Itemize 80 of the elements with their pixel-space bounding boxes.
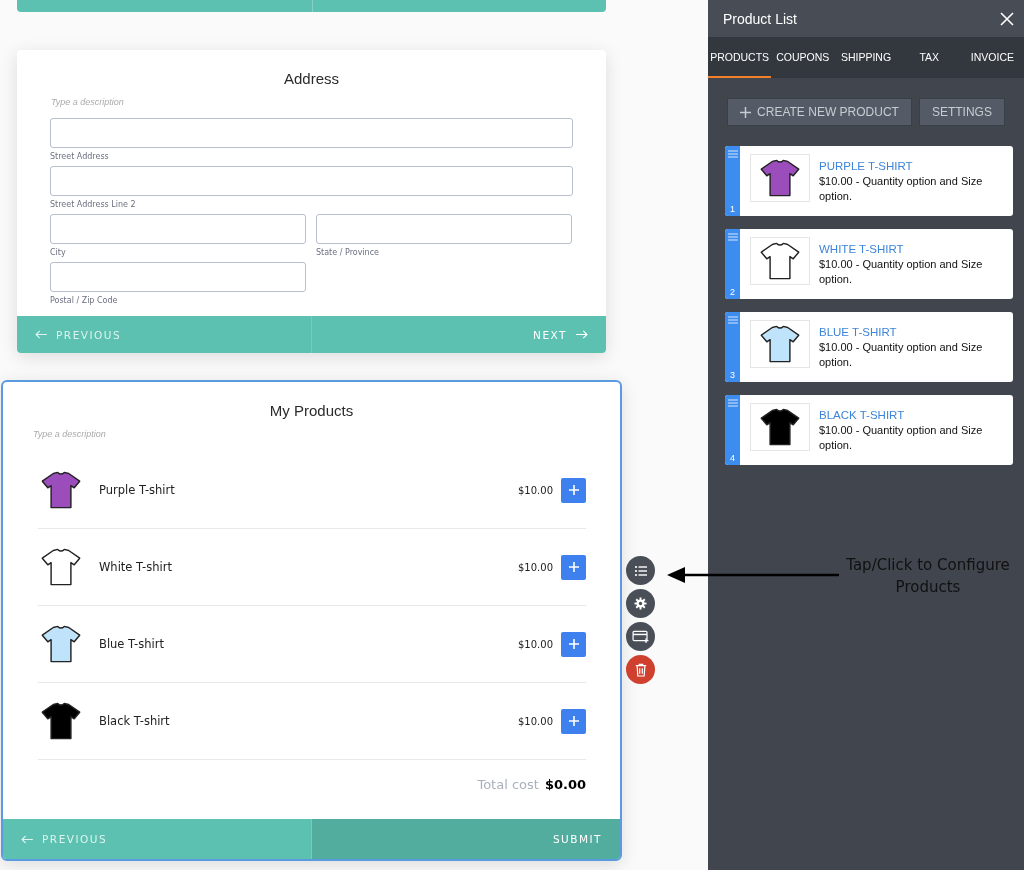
field-label: Street Address — [50, 151, 110, 163]
product-price: $10.00 — [518, 484, 553, 496]
description-field[interactable]: Type a description — [51, 95, 251, 108]
product-name: Black T-shirt — [99, 714, 171, 728]
field-label: Postal / Zip Code — [50, 295, 119, 307]
total-label: Total cost — [477, 777, 539, 792]
description-field[interactable]: Type a description — [33, 427, 233, 440]
input-field[interactable] — [50, 214, 306, 244]
list-icon — [633, 563, 648, 578]
arrow-left-icon — [21, 834, 34, 844]
field-label: City — [50, 247, 67, 259]
delete-button[interactable] — [626, 655, 655, 684]
field-label: Street Address Line 2 — [50, 199, 137, 211]
next-button[interactable]: NEXT — [312, 316, 606, 353]
panel-title: Product List — [723, 10, 797, 27]
arrow-left-icon — [35, 330, 48, 339]
add-button[interactable] — [561, 631, 586, 657]
item-number: 2 — [730, 287, 735, 297]
input-field[interactable] — [50, 118, 573, 148]
item-number: 4 — [730, 453, 735, 463]
tab[interactable]: INVOICE — [960, 37, 1024, 78]
item-number: 3 — [730, 370, 735, 380]
tab[interactable]: TAX — [897, 37, 961, 78]
drag-lines-icon — [727, 150, 738, 158]
tab[interactable]: SHIPPING — [834, 37, 898, 78]
product-name: Blue T-shirt — [99, 637, 165, 651]
input-field[interactable] — [50, 262, 306, 292]
annotation-text: Tap/Click to Configure Products — [846, 555, 1010, 598]
item-number: 1 — [730, 204, 735, 214]
settings-button[interactable] — [626, 589, 655, 618]
product-price: $10.00 — [518, 715, 553, 727]
settings-button[interactable]: SETTINGS — [918, 98, 1005, 126]
settings-icon — [634, 597, 647, 610]
add-button[interactable] — [561, 708, 586, 734]
product-name: Purple T-shirt — [99, 483, 176, 497]
product-card[interactable]: 4 BLACK T-SHIRT $10.00 - Quantity option and Size option. — [725, 395, 1013, 465]
plus-icon — [567, 561, 580, 573]
submit-button[interactable]: SUBMIT — [312, 819, 620, 859]
plus-icon — [567, 715, 580, 727]
product-card[interactable]: 3 BLUE T-SHIRT $10.00 - Quantity option and Size option. — [725, 312, 1013, 382]
field-label: State / Province — [316, 247, 380, 259]
product-card[interactable]: 1 PURPLE T-SHIRT $10.00 - Quantity option and Size option. — [725, 146, 1013, 216]
product-price: $10.00 — [518, 638, 553, 650]
drag-handle[interactable]: 4 — [725, 395, 740, 465]
drag-lines-icon — [727, 233, 738, 241]
product-description: $10.00 - Quantity option and Size option. — [819, 340, 984, 370]
trash-icon — [634, 662, 647, 677]
product-description: $10.00 - Quantity option and Size option. — [819, 423, 984, 453]
add-button[interactable] — [561, 477, 586, 503]
arrow-right-icon — [575, 330, 588, 339]
create-product-button[interactable]: CREATE NEW PRODUCT — [727, 98, 912, 126]
plus-icon — [740, 106, 752, 118]
product-title[interactable]: PURPLE T-SHIRT — [819, 160, 1009, 172]
input-field[interactable] — [50, 166, 573, 196]
form-title: Address — [283, 69, 340, 87]
drag-handle[interactable]: 2 — [725, 229, 740, 299]
drag-lines-icon — [727, 399, 738, 407]
product-title[interactable]: BLUE T-SHIRT — [819, 326, 1009, 338]
total-value: $0.00 — [544, 777, 586, 792]
credit-card-icon — [632, 630, 649, 643]
close-icon[interactable] — [1000, 11, 1014, 26]
drag-handle[interactable]: 3 — [725, 312, 740, 382]
payment-button[interactable] — [626, 622, 655, 651]
input-field[interactable] — [316, 214, 572, 244]
form-title: My Products — [268, 401, 355, 419]
product-price: $10.00 — [518, 561, 553, 573]
product-title[interactable]: BLACK T-SHIRT — [819, 409, 1009, 421]
product-description: $10.00 - Quantity option and Size option. — [819, 257, 984, 287]
plus-icon — [567, 638, 580, 650]
product-title[interactable]: WHITE T-SHIRT — [819, 243, 1009, 255]
drag-lines-icon — [727, 316, 738, 324]
add-button[interactable] — [561, 554, 586, 580]
tab[interactable]: PRODUCTS — [708, 37, 772, 78]
product-card[interactable]: 2 WHITE T-SHIRT $10.00 - Quantity option and Size option. — [725, 229, 1013, 299]
tab[interactable]: COUPONS — [771, 37, 835, 78]
plus-icon — [567, 484, 580, 496]
product-description: $10.00 - Quantity option and Size option. — [819, 174, 984, 204]
list-button[interactable] — [626, 556, 655, 585]
drag-handle[interactable]: 1 — [725, 146, 740, 216]
product-name: White T-shirt — [99, 560, 173, 574]
